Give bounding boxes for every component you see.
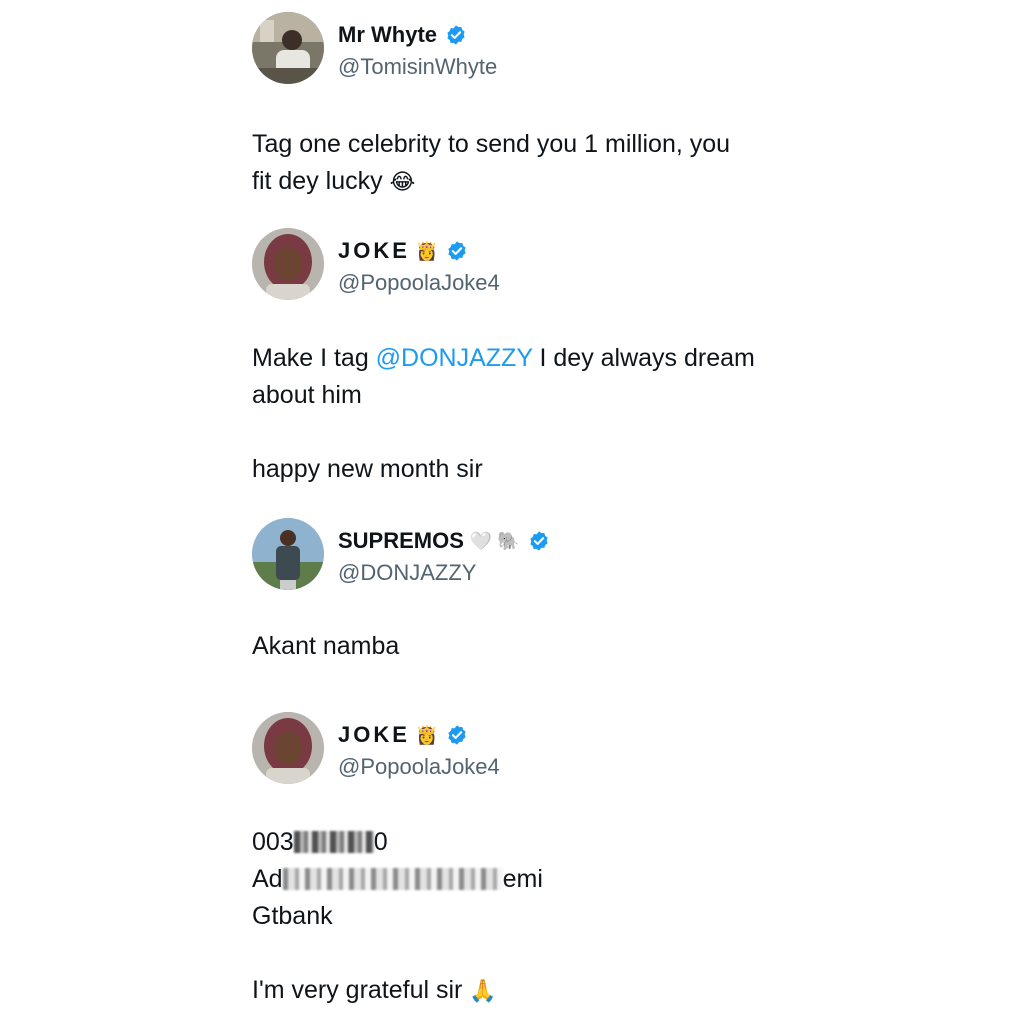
laughing-emoji-icon: 😂 — [389, 169, 416, 194]
tweet-text-fragment: I'm very grateful sir — [252, 976, 463, 1004]
mention-link[interactable]: @DONJAZZY — [376, 344, 533, 372]
verified-badge-icon — [445, 24, 467, 46]
account-number-line: 003 0 — [252, 824, 812, 861]
verified-badge-icon — [528, 530, 550, 552]
name-row: JOKE 👸 — [338, 722, 468, 748]
verified-badge-icon — [446, 724, 468, 746]
tweet-joke-2[interactable]: JOKE 👸 @PopoolaJoke4 003 0 Ad emi Gtbank I… — [252, 712, 812, 1009]
display-name[interactable]: SUPREMOS — [338, 528, 464, 554]
princess-emoji-icon: 👸 — [415, 240, 439, 261]
tweet-text-fragment: I dey always dream — [532, 344, 755, 372]
tweet-header: JOKE 👸 @PopoolaJoke4 — [252, 228, 812, 304]
account-name-end: emi — [502, 865, 543, 893]
redacted-account-name — [282, 868, 503, 890]
name-row: Mr Whyte — [338, 22, 467, 48]
tweet-text-line: fit dey lucky 😂 — [252, 163, 812, 200]
name-row: JOKE 👸 — [338, 238, 468, 264]
display-name[interactable]: JOKE — [338, 238, 410, 264]
tweet-joke-1[interactable]: JOKE 👸 @PopoolaJoke4 Make I tag @DONJAZZ… — [252, 228, 812, 488]
avatar[interactable] — [252, 518, 324, 590]
heart-elephant-emoji-icon: 🤍 🐘 — [469, 530, 520, 551]
tweet-supremos[interactable]: SUPREMOS 🤍 🐘 @DONJAZZY Akant namba — [252, 518, 812, 665]
tweet-body: Akant namba — [252, 628, 812, 665]
tweet-header: Mr Whyte @TomisinWhyte — [252, 12, 812, 88]
tweet-text-line: Akant namba — [252, 632, 400, 660]
avatar-photo-icon — [252, 712, 324, 784]
praying-hands-emoji-icon: 🙏 — [469, 978, 497, 1003]
tweet-text-line: about him — [252, 381, 362, 409]
tweet-mr-whyte[interactable]: Mr Whyte @TomisinWhyte Tag one celebrity… — [252, 12, 812, 200]
account-name-line: Ad emi — [252, 861, 812, 898]
bank-name: Gtbank — [252, 902, 333, 930]
tweet-text-line: Make I tag @DONJAZZY I dey always dream — [252, 340, 812, 377]
display-name[interactable]: Mr Whyte — [338, 22, 437, 48]
verified-badge-icon — [446, 240, 468, 262]
tweet-text-fragment: Make I tag — [252, 344, 376, 372]
name-row: SUPREMOS 🤍 🐘 — [338, 528, 550, 554]
display-name[interactable]: JOKE — [338, 722, 410, 748]
tweet-header: JOKE 👸 @PopoolaJoke4 — [252, 712, 812, 788]
account-name-start: Ad — [252, 865, 283, 893]
reply-thread: Mr Whyte @TomisinWhyte Tag one celebrity… — [0, 0, 1024, 1024]
tweet-body: 003 0 Ad emi Gtbank I'm very grateful sir … — [252, 824, 812, 1009]
tweet-header: SUPREMOS 🤍 🐘 @DONJAZZY — [252, 518, 812, 594]
tweet-text-line: Tag one celebrity to send you 1 million,… — [252, 130, 731, 158]
tweet-text-line: happy new month sir — [252, 455, 483, 483]
tweet-body: Make I tag @DONJAZZY I dey always dream … — [252, 340, 812, 488]
account-number-end: 0 — [373, 828, 388, 856]
account-number-start: 003 — [252, 828, 294, 856]
user-handle[interactable]: @PopoolaJoke4 — [338, 270, 500, 296]
avatar-photo-icon — [252, 12, 324, 84]
user-handle[interactable]: @PopoolaJoke4 — [338, 754, 500, 780]
user-handle[interactable]: @TomisinWhyte — [338, 54, 497, 80]
redacted-account-digits — [293, 831, 374, 853]
tweet-text-fragment: fit dey lucky — [252, 167, 383, 195]
tweet-text-line: I'm very grateful sir 🙏 — [252, 972, 812, 1009]
avatar[interactable] — [252, 712, 324, 784]
user-handle[interactable]: @DONJAZZY — [338, 560, 476, 586]
avatar[interactable] — [252, 228, 324, 300]
avatar-photo-icon — [252, 228, 324, 300]
tweet-body: Tag one celebrity to send you 1 million,… — [252, 126, 812, 200]
avatar-photo-icon — [252, 518, 324, 590]
princess-emoji-icon: 👸 — [415, 724, 439, 745]
avatar[interactable] — [252, 12, 324, 84]
